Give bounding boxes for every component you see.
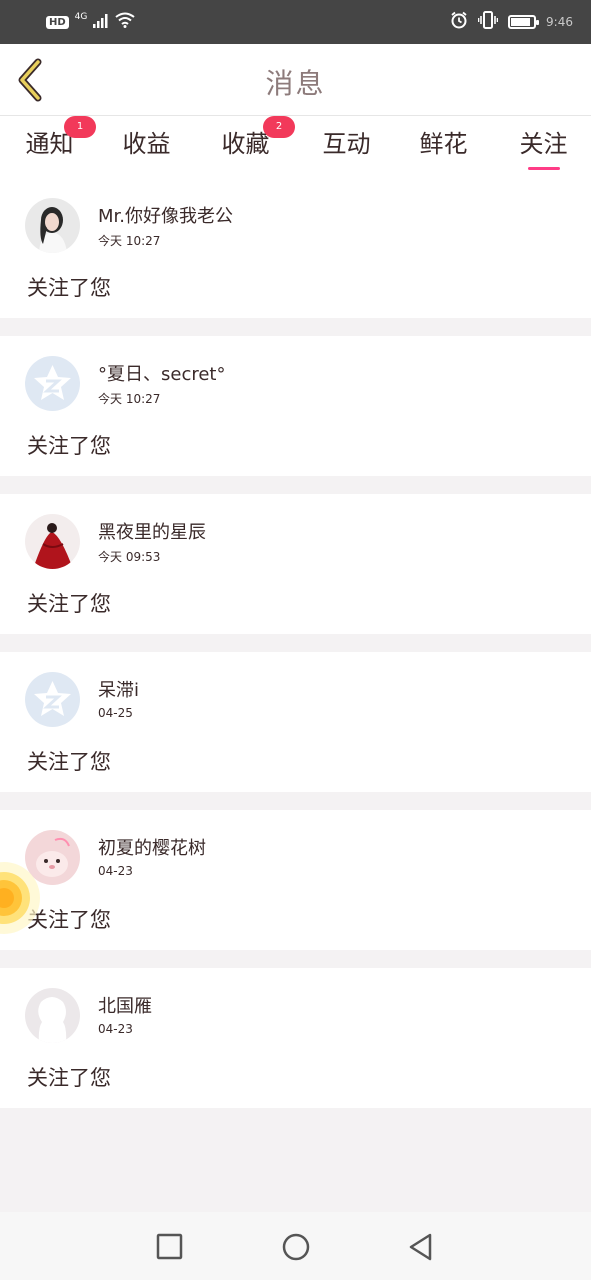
network-label: 4G xyxy=(74,12,88,22)
tab-label: 互动 xyxy=(322,130,371,158)
avatar[interactable] xyxy=(25,988,80,1043)
tab-label: 关注 xyxy=(519,130,568,158)
timestamp: 04-23 xyxy=(98,864,133,878)
nav-back-button[interactable] xyxy=(406,1232,436,1262)
action-text: 关注了您 xyxy=(27,276,111,300)
list-item[interactable]: °夏日、secret° 今天 10:27 关注了您 xyxy=(0,336,591,476)
system-nav-bar xyxy=(0,1212,591,1280)
tab-label: 收益 xyxy=(122,130,171,158)
header: 消息 xyxy=(0,44,591,116)
tab-notifications[interactable]: 通知 1 xyxy=(0,116,99,176)
timestamp: 04-25 xyxy=(98,706,133,720)
vibrate-icon xyxy=(477,11,499,33)
alarm-icon xyxy=(450,11,468,33)
silhouette-avatar-icon xyxy=(25,988,80,1043)
tab-bar: 通知 1 收益 收藏 2 互动 鲜花 关注 xyxy=(0,116,591,178)
recent-apps-button[interactable] xyxy=(155,1232,185,1262)
user-photo-icon xyxy=(25,514,80,569)
user-photo-icon xyxy=(25,198,80,253)
timestamp: 今天 10:27 xyxy=(98,234,161,248)
battery-icon xyxy=(508,15,540,29)
unread-badge: 1 xyxy=(64,116,96,138)
floating-sun-button[interactable] xyxy=(0,858,42,938)
username[interactable]: 呆滞i xyxy=(98,676,139,702)
list-item[interactable]: Mr.你好像我老公 今天 10:27 关注了您 xyxy=(0,178,591,318)
page-title: 消息 xyxy=(265,67,326,100)
avatar[interactable] xyxy=(25,356,80,411)
tab-flowers[interactable]: 鲜花 xyxy=(394,124,493,176)
timestamp: 04-23 xyxy=(98,1022,133,1036)
default-avatar-icon xyxy=(25,356,80,411)
action-text: 关注了您 xyxy=(27,592,111,616)
list-item[interactable]: 初夏的樱花树 04-23 关注了您 xyxy=(0,810,591,950)
list-item[interactable]: 呆滞i 04-25 关注了您 xyxy=(0,652,591,792)
username[interactable]: °夏日、secret° xyxy=(98,360,226,386)
list-item[interactable]: 黑夜里的星辰 今天 09:53 关注了您 xyxy=(0,494,591,634)
hd-badge: HD xyxy=(46,15,69,29)
clock: 9:46 xyxy=(546,15,573,29)
status-bar: HD 4G 9:46 xyxy=(0,0,591,44)
username[interactable]: Mr.你好像我老公 xyxy=(98,202,233,228)
timestamp: 今天 10:27 xyxy=(98,392,161,406)
timestamp: 今天 09:53 xyxy=(98,550,161,564)
tab-favorites[interactable]: 收藏 2 xyxy=(196,116,295,176)
follow-list: Mr.你好像我老公 今天 10:27 关注了您 °夏日、secret° 今天 1… xyxy=(0,178,591,1126)
square-icon xyxy=(156,1233,183,1260)
list-item[interactable]: 北国雁 04-23 关注了您 xyxy=(0,968,591,1108)
status-left: HD 4G xyxy=(46,12,135,32)
circle-icon xyxy=(282,1233,310,1261)
signal-icon xyxy=(93,13,109,32)
tab-interactions[interactable]: 互动 xyxy=(297,124,396,176)
unread-badge: 2 xyxy=(263,116,295,138)
triangle-back-icon xyxy=(409,1233,432,1261)
home-button[interactable] xyxy=(281,1232,311,1262)
battery-fill xyxy=(511,18,530,26)
avatar[interactable] xyxy=(25,198,80,253)
username[interactable]: 黑夜里的星辰 xyxy=(98,518,206,544)
sun-icon xyxy=(0,862,40,934)
action-text: 关注了您 xyxy=(27,434,111,458)
avatar[interactable] xyxy=(25,514,80,569)
action-text: 关注了您 xyxy=(27,1066,111,1090)
username[interactable]: 北国雁 xyxy=(98,992,152,1018)
tab-label: 鲜花 xyxy=(419,130,468,158)
tab-earnings[interactable]: 收益 xyxy=(97,124,196,176)
username[interactable]: 初夏的樱花树 xyxy=(98,834,206,860)
avatar[interactable] xyxy=(25,672,80,727)
status-right: 9:46 xyxy=(450,11,573,33)
wifi-icon xyxy=(115,12,135,32)
default-avatar-icon xyxy=(25,672,80,727)
action-text: 关注了您 xyxy=(27,750,111,774)
active-tab-indicator xyxy=(528,167,560,170)
tab-follows[interactable]: 关注 xyxy=(494,124,591,176)
